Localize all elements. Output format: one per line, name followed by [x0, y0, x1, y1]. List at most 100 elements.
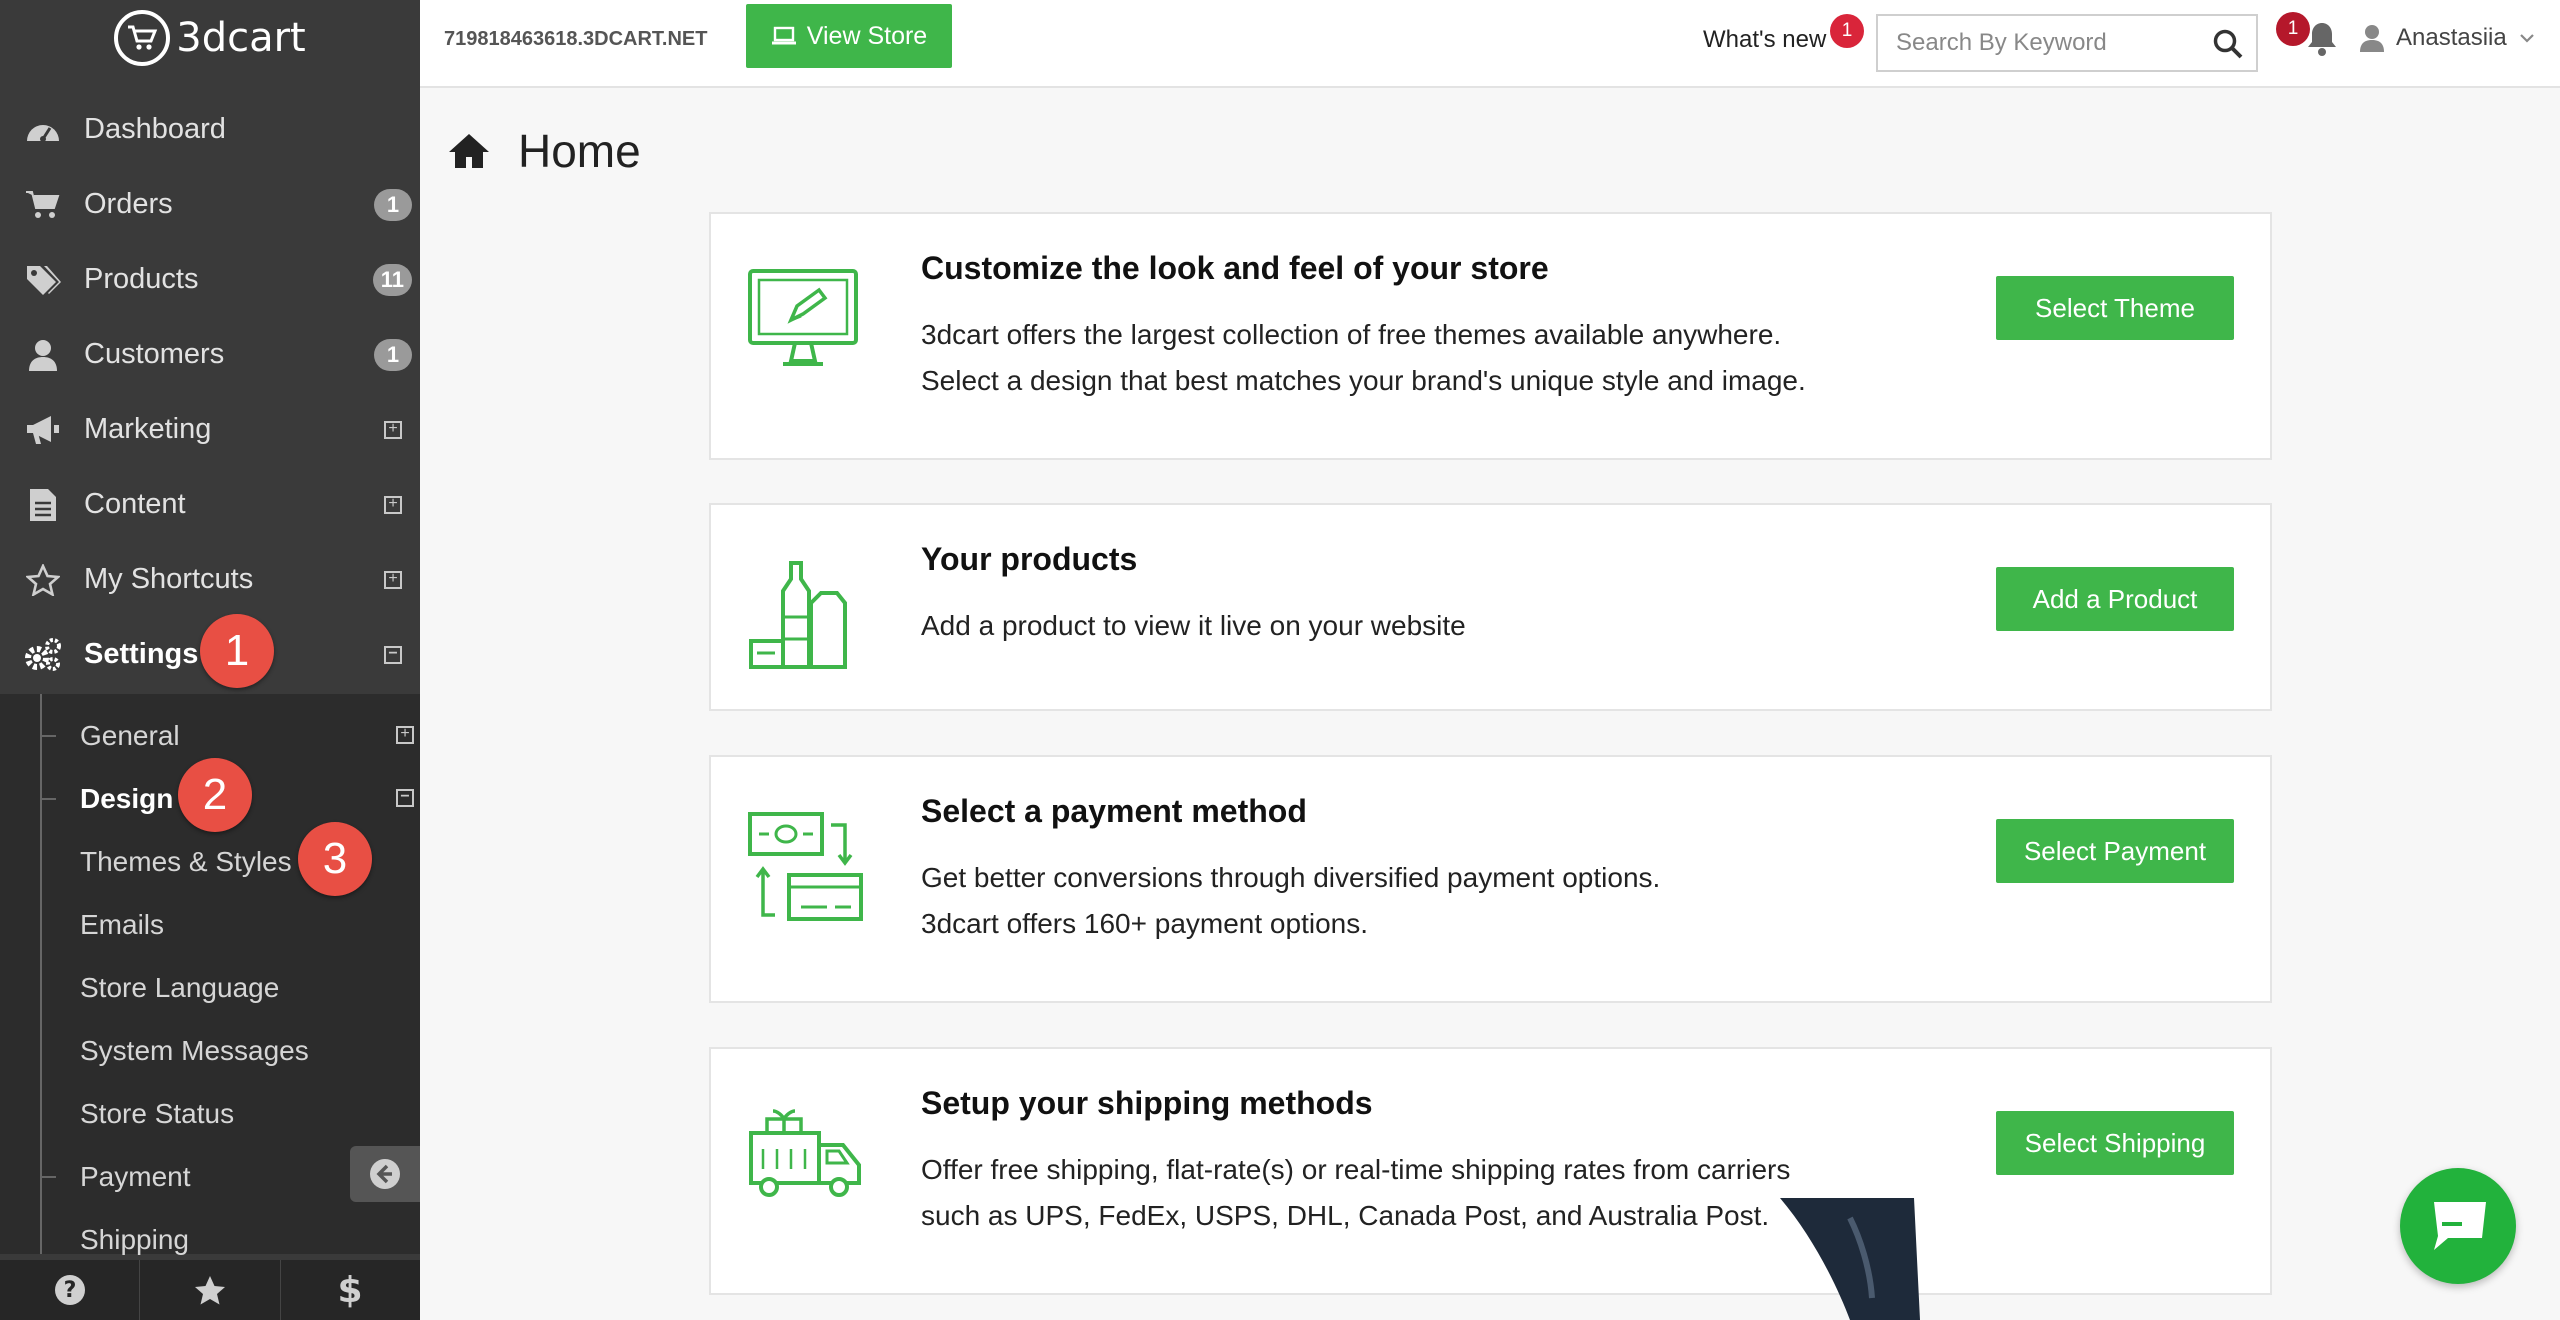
laptop-icon: [771, 26, 796, 45]
main-nav: Dashboard Orders 1 Products 11 Customers…: [0, 92, 420, 692]
sidebar-item-my-shortcuts[interactable]: My Shortcuts +: [0, 542, 420, 617]
submenu-item-label: System Messages: [80, 1034, 309, 1066]
help-button[interactable]: ?: [0, 1260, 141, 1320]
shipping-card: Setup your shipping methods Offer free s…: [709, 1047, 2272, 1295]
user-menu[interactable]: Anastasiia: [2360, 24, 2535, 52]
select-payment-button[interactable]: Select Payment: [1996, 819, 2234, 883]
topbar: 719818463618.3DCART.NET View Store What'…: [420, 0, 2560, 88]
sidebar-item-orders[interactable]: Orders 1: [0, 167, 420, 242]
dollar-icon: $: [338, 1271, 362, 1309]
sidebar-item-label: Products: [84, 263, 199, 295]
chat-button[interactable]: [2400, 1168, 2516, 1284]
expand-icon[interactable]: +: [396, 726, 414, 744]
gears-icon: [24, 636, 62, 674]
card-line: 3dcart offers the largest collection of …: [921, 319, 1782, 350]
sidebar-item-dashboard[interactable]: Dashboard: [0, 92, 420, 167]
submenu-item-system-messages[interactable]: System Messages: [0, 1019, 420, 1082]
page-title: Home: [448, 124, 641, 178]
submenu-item-label: Store Status: [80, 1097, 235, 1129]
tree-tick: [40, 798, 56, 800]
logo[interactable]: 3dcart: [0, 0, 420, 76]
monitor-pencil-icon: [747, 268, 859, 373]
orders-count-badge: 1: [374, 189, 412, 221]
card-title: Customize the look and feel of your stor…: [921, 250, 1549, 286]
document-icon: [24, 486, 62, 524]
user-icon: [2360, 25, 2384, 52]
select-theme-button[interactable]: Select Theme: [1996, 276, 2234, 340]
star-icon: [24, 561, 62, 599]
card-line: Offer free shipping, flat-rate(s) or rea…: [921, 1154, 1791, 1185]
collapse-sidebar-button[interactable]: [350, 1146, 420, 1202]
delivery-truck-icon: [747, 1105, 863, 1206]
submenu-item-label: Emails: [80, 908, 165, 940]
submenu-item-store-status[interactable]: Store Status: [0, 1082, 420, 1145]
store-url: 719818463618.3DCART.NET: [444, 28, 708, 50]
sidebar-item-label: Customers: [84, 338, 225, 370]
submenu-item-label: General: [80, 719, 180, 751]
billing-button[interactable]: $: [281, 1260, 420, 1320]
submenu-item-label: Design: [80, 782, 174, 814]
card-title: Your products: [921, 541, 1138, 577]
sidebar-item-customers[interactable]: Customers 1: [0, 317, 420, 392]
sidebar: 3dcart Dashboard Orders 1 Products 11 Cu…: [0, 0, 420, 1320]
star-icon: [194, 1276, 225, 1305]
card-line: Add a product to view it live on your we…: [921, 610, 1466, 641]
customers-count-badge: 1: [374, 339, 412, 371]
sidebar-item-label: Marketing: [84, 413, 212, 445]
search-input[interactable]: [1896, 29, 2196, 57]
chat-bubble-icon: [2434, 1202, 2486, 1250]
select-shipping-button[interactable]: Select Shipping: [1996, 1111, 2234, 1175]
search-icon[interactable]: [2212, 28, 2244, 65]
svg-text:$: $: [338, 1271, 362, 1309]
logo-text: 3dcart: [176, 15, 306, 61]
card-title: Setup your shipping methods: [921, 1085, 1373, 1121]
submenu-item-store-language[interactable]: Store Language: [0, 956, 420, 1019]
user-name: Anastasiia: [2396, 24, 2507, 51]
step-marker-1: 1: [200, 614, 274, 688]
sidebar-item-label: Dashboard: [84, 113, 226, 145]
view-store-button[interactable]: View Store: [746, 4, 952, 68]
submenu-item-label: Themes & Styles: [80, 845, 292, 877]
payment-card: Select a payment method Get better conve…: [709, 755, 2272, 1003]
megaphone-icon: [24, 411, 62, 449]
card-description: 3dcart offers the largest collection of …: [921, 312, 1971, 404]
tree-tick: [40, 1176, 56, 1178]
sidebar-item-products[interactable]: Products 11: [0, 242, 420, 317]
products-count-badge: 11: [372, 264, 412, 296]
payment-exchange-icon: [747, 811, 863, 932]
question-icon: ?: [54, 1275, 85, 1305]
whats-new-link[interactable]: What's new: [1703, 26, 1826, 54]
dark-overlay-shape: [1780, 1198, 1920, 1320]
add-product-button[interactable]: Add a Product: [1996, 567, 2234, 631]
card-title: Select a payment method: [921, 793, 1307, 829]
chevron-down-icon: [2519, 34, 2534, 43]
card-line: Select a design that best matches your b…: [921, 365, 1806, 396]
step-marker-2: 2: [178, 758, 252, 832]
bottles-icon: [747, 561, 847, 678]
dashboard-icon: [24, 111, 62, 149]
expand-icon[interactable]: +: [384, 421, 402, 439]
expand-icon[interactable]: +: [384, 496, 402, 514]
theme-card: Customize the look and feel of your stor…: [709, 212, 2272, 460]
card-line: such as UPS, FedEx, USPS, DHL, Canada Po…: [921, 1200, 1770, 1231]
bell-icon[interactable]: [2306, 20, 2338, 63]
whats-new-badge: 1: [1830, 14, 1864, 48]
collapse-icon[interactable]: −: [384, 646, 402, 664]
cart-logo-icon: [114, 10, 171, 66]
view-store-label: View Store: [806, 21, 928, 50]
submenu-item-emails[interactable]: Emails: [0, 893, 420, 956]
sidebar-item-marketing[interactable]: Marketing +: [0, 392, 420, 467]
sidebar-item-content[interactable]: Content +: [0, 467, 420, 542]
user-icon: [24, 336, 62, 374]
submenu-item-label: Shipping: [80, 1223, 189, 1255]
collapse-icon[interactable]: −: [396, 789, 414, 807]
card-line: Get better conversions through diversifi…: [921, 862, 1661, 893]
expand-icon[interactable]: +: [384, 571, 402, 589]
sidebar-item-label: Content: [84, 488, 186, 520]
arrow-left-circle-icon: [370, 1159, 400, 1189]
submenu-item-label: Store Language: [80, 971, 280, 1003]
favorites-button[interactable]: [140, 1260, 281, 1320]
card-line: 3dcart offers 160+ payment options.: [921, 908, 1368, 939]
tree-tick: [40, 735, 56, 737]
submenu-item-label: Payment: [80, 1160, 191, 1192]
